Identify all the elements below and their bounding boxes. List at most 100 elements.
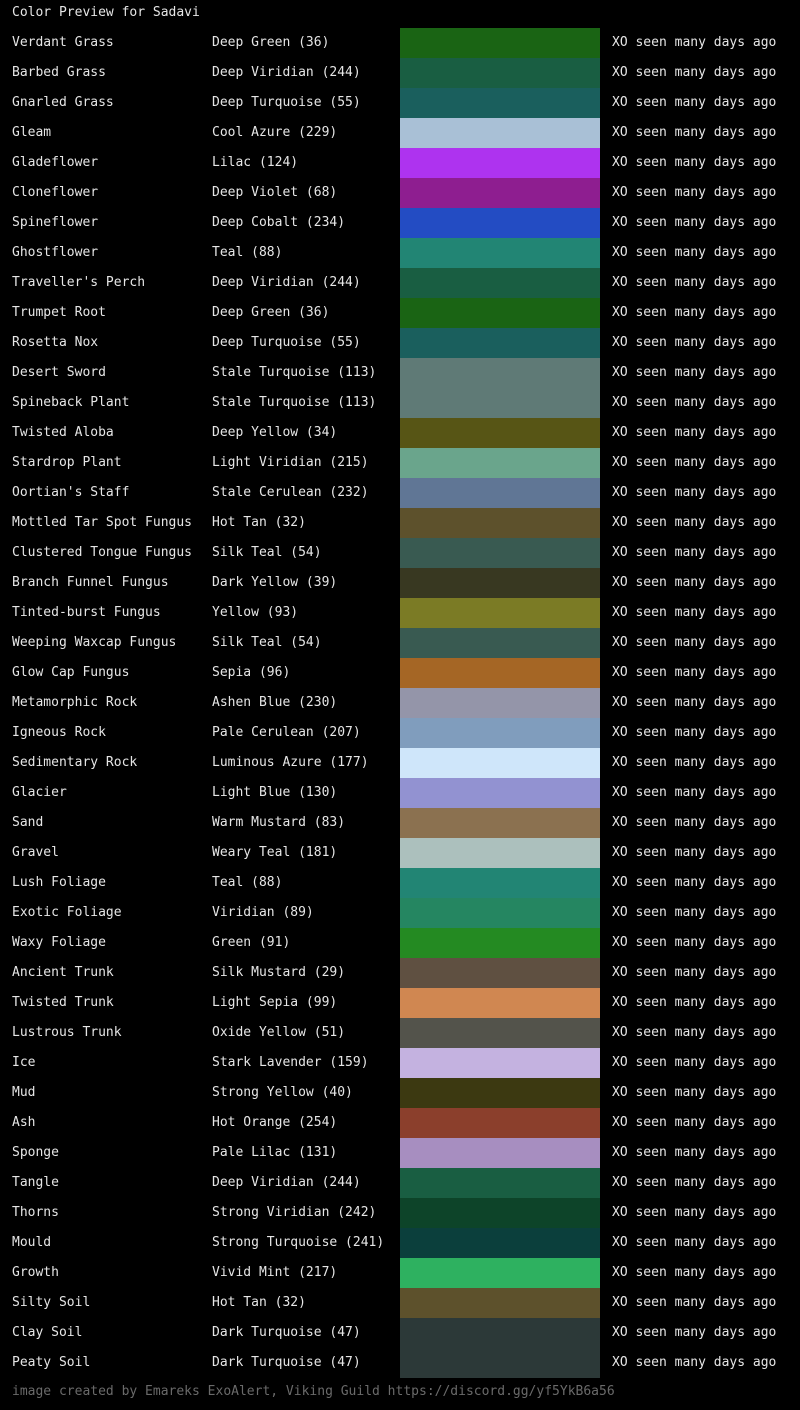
color-swatch xyxy=(400,1018,600,1048)
color-swatch xyxy=(400,418,600,448)
row-color-label: Green (91) xyxy=(212,935,291,950)
color-swatch xyxy=(400,298,600,328)
table-row: Ancient Trunk Silk Mustard (29) XO seen ma… xyxy=(0,958,800,988)
row-status: XO seen many days ago xyxy=(612,695,777,710)
color-swatch xyxy=(400,1078,600,1108)
table-row: Mottled Tar Spot Fungus Hot Tan (32) XO se… xyxy=(0,508,800,538)
row-color-label: Hot Tan (32) xyxy=(212,1295,306,1310)
row-name: Spineback Plant xyxy=(12,395,130,410)
row-color-label: Deep Viridian (244) xyxy=(212,275,361,290)
row-name: Oortian's Staff xyxy=(12,485,130,500)
color-swatch xyxy=(400,388,600,418)
row-color-label: Stark Lavender (159) xyxy=(212,1055,369,1070)
row-status: XO seen many days ago xyxy=(612,575,777,590)
color-swatch xyxy=(400,568,600,598)
table-row: Spineflower Deep Cobalt (234) XO seen many… xyxy=(0,208,800,238)
color-swatch xyxy=(400,328,600,358)
row-color-label: Strong Viridian (242) xyxy=(212,1205,377,1220)
row-status: XO seen many days ago xyxy=(612,905,777,920)
row-color-label: Luminous Azure (177) xyxy=(212,755,369,770)
row-name: Lush Foliage xyxy=(12,875,106,890)
row-color-label: Strong Turquoise (241) xyxy=(212,1235,385,1250)
row-name: Weeping Waxcap Fungus xyxy=(12,635,177,650)
color-swatch xyxy=(400,1228,600,1258)
color-swatch xyxy=(400,448,600,478)
color-table: Verdant Grass Deep Green (36) XO seen many… xyxy=(0,28,800,1378)
color-swatch xyxy=(400,148,600,178)
row-color-label: Stale Cerulean (232) xyxy=(212,485,369,500)
table-row: Trumpet Root Deep Green (36) XO seen many … xyxy=(0,298,800,328)
color-swatch xyxy=(400,868,600,898)
row-color-label: Deep Green (36) xyxy=(212,305,330,320)
color-swatch xyxy=(400,1348,600,1378)
table-row: Lustrous Trunk Oxide Yellow (51) XO seen m… xyxy=(0,1018,800,1048)
row-name: Ancient Trunk xyxy=(12,965,114,980)
row-name: Lustrous Trunk xyxy=(12,1025,122,1040)
color-swatch xyxy=(400,658,600,688)
row-status: XO seen many days ago xyxy=(612,1145,777,1160)
table-row: Tangle Deep Viridian (244) XO seen many da… xyxy=(0,1168,800,1198)
row-name: Peaty Soil xyxy=(12,1355,91,1370)
color-swatch xyxy=(400,238,600,268)
color-swatch xyxy=(400,1258,600,1288)
color-swatch xyxy=(400,838,600,868)
table-row: Silty Soil Hot Tan (32) XO seen many days … xyxy=(0,1288,800,1318)
table-row: Twisted Trunk Light Sepia (99) XO seen man… xyxy=(0,988,800,1018)
row-status: XO seen many days ago xyxy=(612,785,777,800)
color-swatch xyxy=(400,1198,600,1228)
row-name: Mould xyxy=(12,1235,52,1250)
row-color-label: Ashen Blue (230) xyxy=(212,695,338,710)
color-swatch xyxy=(400,208,600,238)
color-swatch xyxy=(400,1318,600,1348)
row-status: XO seen many days ago xyxy=(612,425,777,440)
row-status: XO seen many days ago xyxy=(612,485,777,500)
table-row: Gravel Weary Teal (181) XO seen many days … xyxy=(0,838,800,868)
row-name: Cloneflower xyxy=(12,185,99,200)
row-color-label: Cool Azure (229) xyxy=(212,125,338,140)
row-status: XO seen many days ago xyxy=(612,1325,777,1340)
color-swatch xyxy=(400,478,600,508)
color-swatch xyxy=(400,88,600,118)
row-color-label: Lilac (124) xyxy=(212,155,299,170)
row-name: Sedimentary Rock xyxy=(12,755,138,770)
row-name: Gravel xyxy=(12,845,59,860)
row-name: Branch Funnel Fungus xyxy=(12,575,169,590)
table-row: Gladeflower Lilac (124) XO seen many days … xyxy=(0,148,800,178)
row-color-label: Teal (88) xyxy=(212,245,283,260)
color-swatch xyxy=(400,58,600,88)
row-name: Ash xyxy=(12,1115,36,1130)
row-status: XO seen many days ago xyxy=(612,755,777,770)
color-swatch xyxy=(400,778,600,808)
table-row: Traveller's Perch Deep Viridian (244) XO s… xyxy=(0,268,800,298)
table-row: Gnarled Grass Deep Turquoise (55) XO seen … xyxy=(0,88,800,118)
row-status: XO seen many days ago xyxy=(612,665,777,680)
color-swatch xyxy=(400,268,600,298)
row-color-label: Deep Yellow (34) xyxy=(212,425,338,440)
row-name: Ghostflower xyxy=(12,245,99,260)
row-name: Gleam xyxy=(12,125,52,140)
row-color-label: Weary Teal (181) xyxy=(212,845,338,860)
table-row: Growth Vivid Mint (217) XO seen many days … xyxy=(0,1258,800,1288)
color-swatch xyxy=(400,118,600,148)
row-status: XO seen many days ago xyxy=(612,1055,777,1070)
row-color-label: Dark Yellow (39) xyxy=(212,575,338,590)
table-row: Branch Funnel Fungus Dark Yellow (39) XO s… xyxy=(0,568,800,598)
table-row: Desert Sword Stale Turquoise (113) XO seen… xyxy=(0,358,800,388)
table-row: Sedimentary Rock Luminous Azure (177) XO s… xyxy=(0,748,800,778)
color-swatch xyxy=(400,808,600,838)
row-status: XO seen many days ago xyxy=(612,725,777,740)
row-color-label: Deep Cobalt (234) xyxy=(212,215,346,230)
row-name: Spineflower xyxy=(12,215,99,230)
color-swatch xyxy=(400,718,600,748)
row-color-label: Pale Cerulean (207) xyxy=(212,725,361,740)
row-status: XO seen many days ago xyxy=(612,1175,777,1190)
table-row: Glacier Light Blue (130) XO seen many days… xyxy=(0,778,800,808)
table-row: Oortian's Staff Stale Cerulean (232) XO se… xyxy=(0,478,800,508)
row-color-label: Light Viridian (215) xyxy=(212,455,369,470)
row-color-label: Deep Turquoise (55) xyxy=(212,335,361,350)
table-row: Weeping Waxcap Fungus Silk Teal (54) XO se… xyxy=(0,628,800,658)
table-row: Exotic Foliage Viridian (89) XO seen many … xyxy=(0,898,800,928)
row-status: XO seen many days ago xyxy=(612,275,777,290)
color-swatch xyxy=(400,28,600,58)
row-status: XO seen many days ago xyxy=(612,815,777,830)
